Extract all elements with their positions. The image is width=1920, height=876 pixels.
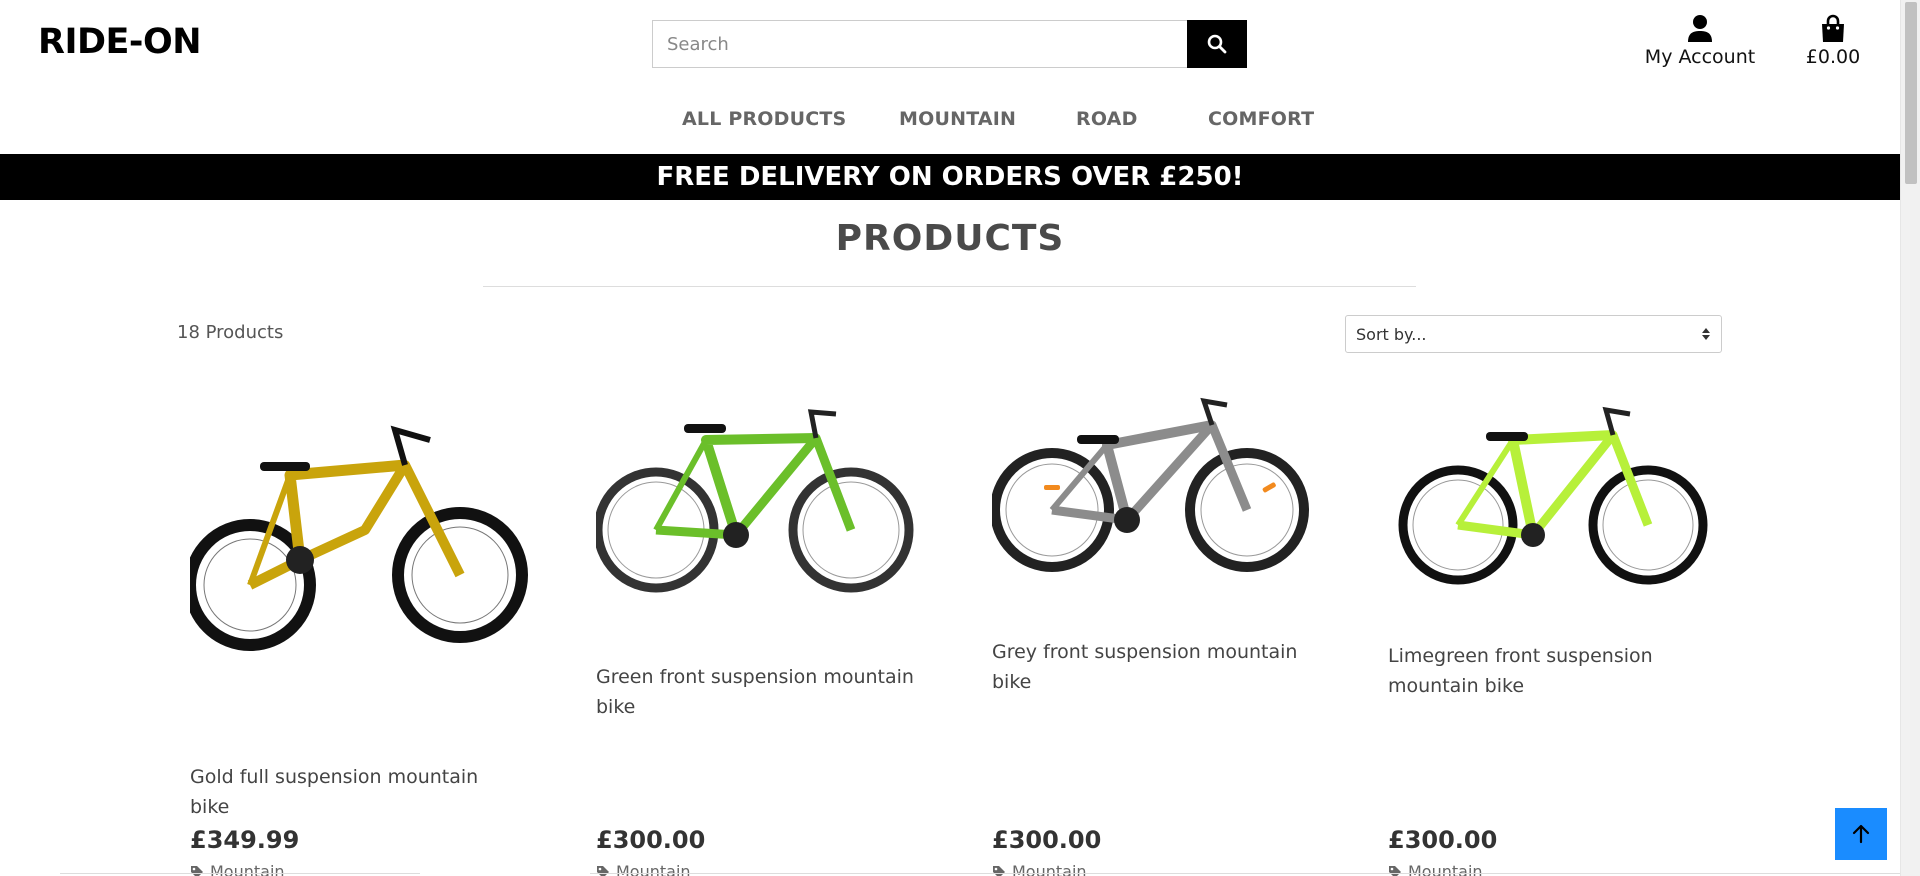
scrollbar-thumb[interactable] — [1905, 2, 1917, 184]
tag-icon — [1389, 865, 1401, 876]
my-account-link[interactable]: My Account — [1640, 14, 1760, 68]
tag-icon — [597, 865, 609, 876]
product-name[interactable]: Limegreen front suspension mountain bike — [1388, 641, 1708, 701]
title-divider — [483, 286, 1416, 287]
arrow-up-icon — [1852, 824, 1870, 844]
page-scrollbar[interactable] — [1900, 0, 1920, 876]
search-icon — [1207, 34, 1227, 54]
product-count: 18 Products — [177, 322, 284, 343]
nav-comfort[interactable]: COMFORT — [1208, 108, 1314, 130]
product-name[interactable]: Grey front suspension mountain bike — [992, 637, 1312, 697]
sort-selected-value: Sort by... — [1356, 324, 1427, 344]
tag-icon — [191, 865, 203, 876]
sort-select[interactable]: Sort by... — [1345, 315, 1722, 353]
shopping-bag-icon — [1822, 14, 1844, 42]
nav-mountain[interactable]: MOUNTAIN — [899, 108, 1016, 130]
my-account-label: My Account — [1644, 46, 1756, 68]
product-price: £300.00 — [992, 826, 1102, 854]
search-input[interactable] — [652, 20, 1187, 68]
product-price: £349.99 — [190, 826, 300, 854]
product-price: £300.00 — [1388, 826, 1498, 854]
brand-logo[interactable]: RIDE-ON — [38, 22, 202, 62]
search-button[interactable] — [1187, 20, 1247, 68]
site-header: RIDE-ON My Account £0.00 ALL PRODUCTS MO… — [0, 0, 1900, 154]
card-divider — [60, 873, 420, 874]
delivery-banner: FREE DELIVERY ON ORDERS OVER £250! — [0, 154, 1900, 200]
product-image[interactable] — [1388, 400, 1728, 600]
product-name[interactable]: Gold full suspension mountain bike — [190, 762, 510, 822]
tag-icon — [993, 865, 1005, 876]
search-form — [652, 20, 1247, 68]
user-icon — [1688, 15, 1712, 42]
main-nav: ALL PRODUCTS MOUNTAIN ROAD COMFORT — [0, 104, 1900, 136]
product-price: £300.00 — [596, 826, 706, 854]
product-name[interactable]: Green front suspension mountain bike — [596, 662, 916, 722]
page-title: PRODUCTS — [835, 218, 1065, 259]
product-image[interactable] — [992, 395, 1332, 595]
nav-all-products[interactable]: ALL PRODUCTS — [682, 108, 846, 130]
cart-link[interactable]: £0.00 — [1798, 14, 1868, 68]
cart-total: £0.00 — [1805, 46, 1861, 68]
nav-road[interactable]: ROAD — [1076, 108, 1138, 130]
back-to-top-button[interactable] — [1835, 808, 1887, 860]
product-image[interactable] — [190, 410, 530, 660]
sort-arrows-icon — [1702, 328, 1710, 340]
product-image[interactable] — [596, 400, 936, 610]
card-divider — [590, 873, 1900, 874]
